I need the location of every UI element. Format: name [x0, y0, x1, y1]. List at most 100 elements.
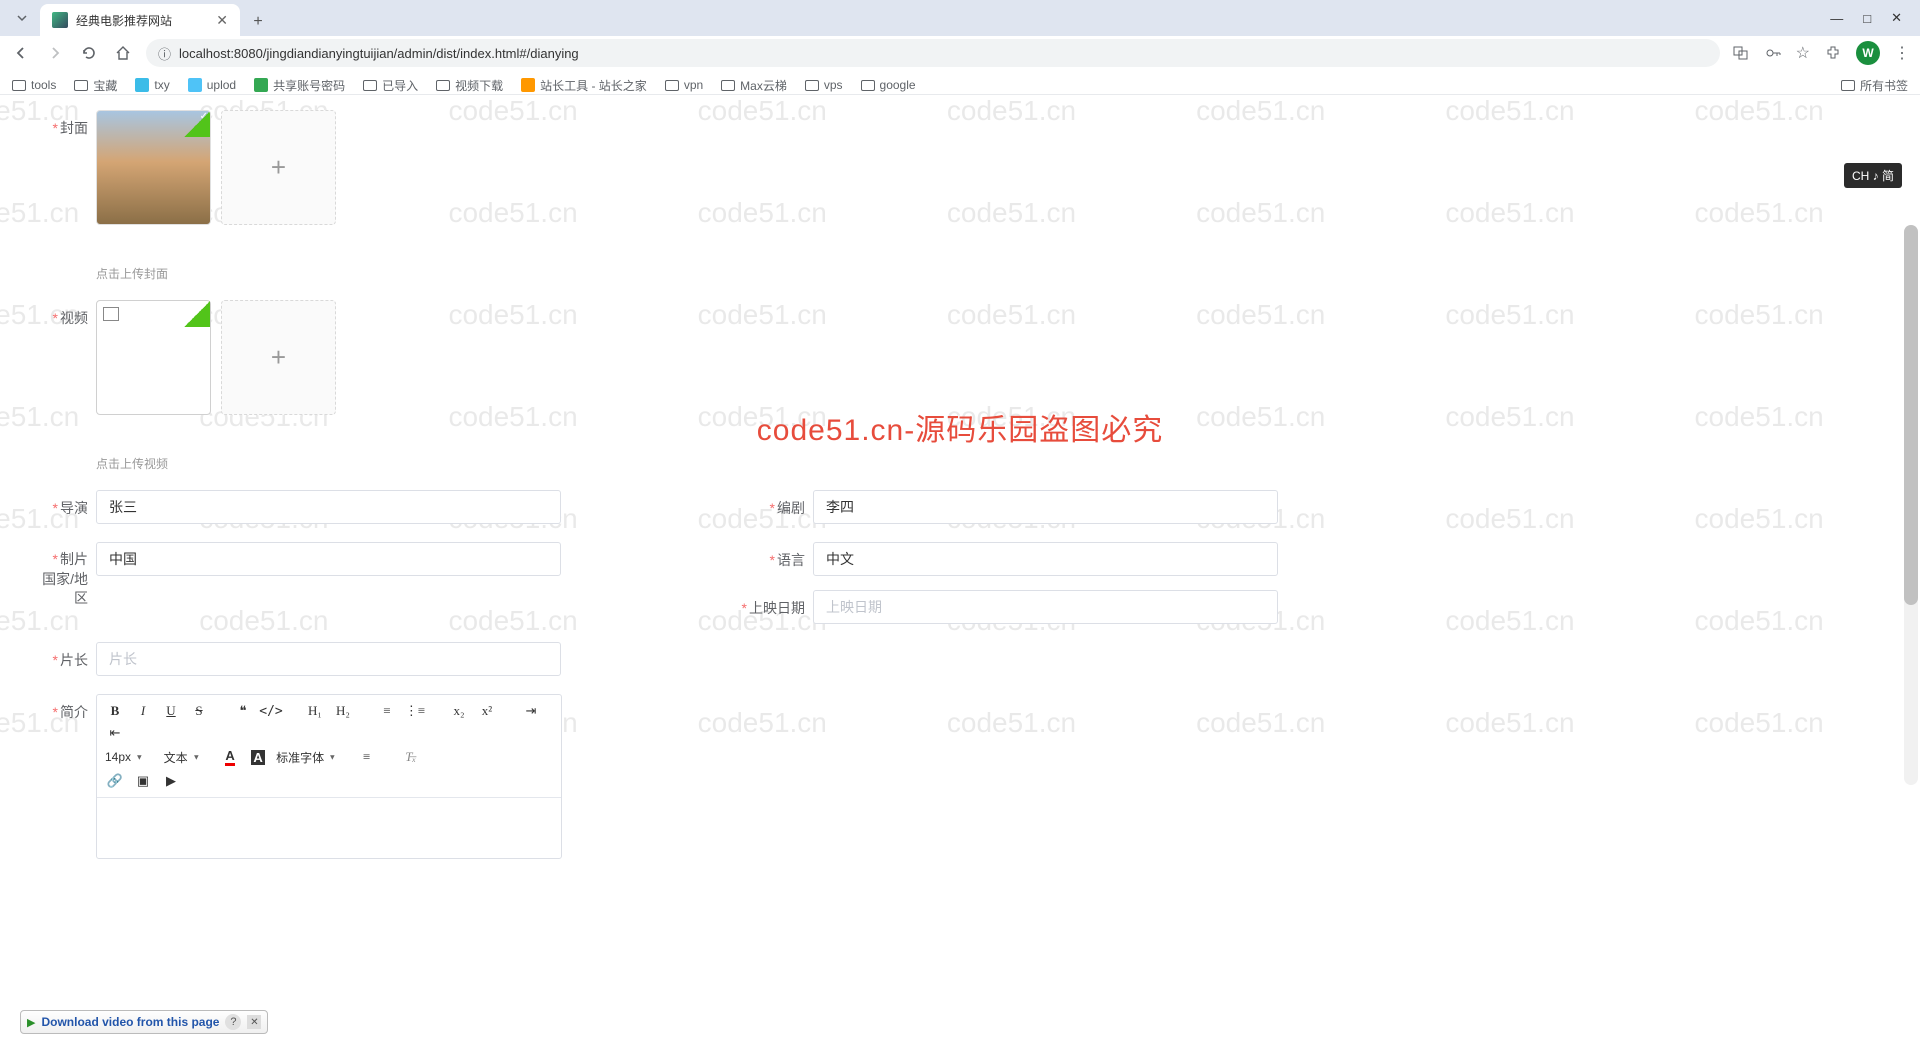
url-input[interactable]: ⓘ localhost:8080/jingdiandianyingtuijian… — [146, 39, 1720, 67]
strike-button[interactable]: S — [189, 701, 209, 721]
underline-button[interactable]: U — [161, 701, 181, 721]
plus-icon: + — [271, 152, 286, 183]
site-info-icon[interactable]: ⓘ — [158, 44, 171, 63]
video-upload-button[interactable]: + — [221, 300, 336, 415]
ime-indicator[interactable]: CH ♪ 简 — [1844, 163, 1902, 188]
bookmark-uplod[interactable]: uplod — [188, 78, 236, 92]
tab-search-button[interactable] — [8, 4, 36, 32]
close-bar-button[interactable]: ✕ — [247, 1015, 261, 1029]
bookmark-vps[interactable]: vps — [805, 78, 843, 92]
all-bookmarks[interactable]: 所有书签 — [1841, 77, 1908, 94]
bookmark-zhanzhang[interactable]: 站长工具 - 站长之家 — [521, 77, 647, 94]
link-button[interactable]: 🔗 — [105, 771, 125, 791]
align-button[interactable]: ≡ — [357, 747, 377, 767]
bookmark-vpn[interactable]: vpn — [665, 78, 703, 92]
language-label: *语言 — [741, 542, 805, 570]
writer-input[interactable] — [813, 490, 1278, 524]
video-hint: 点击上传视频 — [96, 455, 336, 472]
duration-row: *片长 — [40, 642, 1920, 676]
bg-color-button[interactable]: A — [248, 747, 268, 767]
subscript-button[interactable]: x₂ — [449, 701, 469, 721]
video-label: *视频 — [40, 300, 88, 328]
code-button[interactable]: </> — [261, 701, 281, 721]
home-button[interactable] — [112, 42, 134, 64]
duration-input[interactable] — [96, 642, 561, 676]
clear-format-button[interactable]: T̶ₓ — [401, 747, 421, 767]
profile-avatar[interactable]: W — [1856, 41, 1880, 65]
tab-close-button[interactable]: ✕ — [216, 12, 228, 29]
browser-chrome: 经典电影推荐网站 ✕ + — □ ✕ ⓘ localhost:8080/jing… — [0, 0, 1920, 95]
bookmark-baozang[interactable]: 宝藏 — [74, 77, 117, 94]
bookmark-maxcloud[interactable]: Max云梯 — [721, 77, 787, 94]
back-button[interactable] — [10, 42, 32, 64]
unordered-list-button[interactable]: ⋮≡ — [405, 701, 425, 721]
editor-content[interactable] — [97, 798, 561, 858]
h2-button[interactable]: H₂ — [333, 701, 353, 721]
maximize-button[interactable]: □ — [1863, 11, 1871, 26]
site-icon — [135, 78, 149, 92]
video-uploaded-item[interactable] — [96, 300, 211, 415]
download-link[interactable]: Download video from this page — [41, 1015, 219, 1029]
duration-label: *片长 — [40, 642, 88, 670]
help-button[interactable]: ? — [225, 1014, 241, 1030]
bold-button[interactable]: B — [105, 701, 125, 721]
image-button[interactable]: ▣ — [133, 771, 153, 791]
url-text: localhost:8080/jingdiandianyingtuijian/a… — [179, 46, 579, 61]
forward-button[interactable] — [44, 42, 66, 64]
new-tab-button[interactable]: + — [244, 8, 272, 36]
superscript-button[interactable]: x² — [477, 701, 497, 721]
font-family-select[interactable]: 标准字体 — [276, 747, 349, 767]
bookmark-google[interactable]: google — [861, 78, 916, 92]
bookmark-tools[interactable]: tools — [12, 78, 56, 92]
vertical-scrollbar[interactable] — [1904, 225, 1918, 785]
bookmark-txy[interactable]: txy — [135, 78, 169, 92]
page-content: code51.cncode51.cncode51.cncode51.cncode… — [0, 95, 1920, 1042]
site-icon — [521, 78, 535, 92]
cover-upload-button[interactable]: + — [221, 110, 336, 225]
movie-form: *封面 + 点击上传封面 *视频 — [0, 110, 1920, 859]
director-label: *导演 — [40, 490, 88, 518]
director-writer-row: *导演 *编剧 — [40, 490, 1920, 524]
h1-button[interactable]: H₁ — [305, 701, 325, 721]
browser-tab[interactable]: 经典电影推荐网站 ✕ — [40, 4, 240, 36]
menu-button[interactable]: ⋮ — [1894, 43, 1910, 63]
folder-icon — [363, 80, 377, 91]
text-color-button[interactable]: A — [220, 747, 240, 767]
folder-icon — [721, 80, 735, 91]
format-select[interactable]: 文本 — [164, 747, 213, 767]
country-label: *制片国家/地区 — [40, 542, 88, 609]
country-input[interactable] — [96, 542, 561, 576]
italic-button[interactable]: I — [133, 701, 153, 721]
bookmark-star-icon[interactable]: ☆ — [1796, 43, 1810, 63]
scrollbar-thumb[interactable] — [1904, 225, 1918, 605]
bookmark-share-pwd[interactable]: 共享账号密码 — [254, 77, 345, 94]
minimize-button[interactable]: — — [1830, 11, 1843, 26]
cover-row: *封面 + 点击上传封面 — [40, 110, 1920, 282]
outdent-button[interactable]: ⇤ — [105, 723, 125, 743]
download-video-bar: ▶ Download video from this page ? ✕ — [20, 1010, 268, 1034]
reload-button[interactable] — [78, 42, 100, 64]
folder-icon — [665, 80, 679, 91]
release-input[interactable] — [813, 590, 1278, 624]
rich-text-editor: B I U S ❝ </> H₁ H₂ ≡ ⋮≡ — [96, 694, 562, 859]
favicon-icon — [52, 12, 68, 28]
site-icon — [188, 78, 202, 92]
editor-toolbar: B I U S ❝ </> H₁ H₂ ≡ ⋮≡ — [97, 695, 561, 798]
language-input[interactable] — [813, 542, 1278, 576]
director-input[interactable] — [96, 490, 561, 524]
quote-button[interactable]: ❝ — [233, 701, 253, 721]
close-window-button[interactable]: ✕ — [1891, 10, 1902, 26]
ordered-list-button[interactable]: ≡ — [377, 701, 397, 721]
indent-button[interactable]: ⇥ — [521, 701, 541, 721]
bookmark-video-dl[interactable]: 视频下载 — [436, 77, 503, 94]
folder-icon — [12, 80, 26, 91]
plus-icon: + — [271, 342, 286, 373]
cover-uploaded-image[interactable] — [96, 110, 211, 225]
translate-icon[interactable] — [1732, 44, 1750, 62]
extensions-icon[interactable] — [1824, 44, 1842, 62]
bookmark-imported[interactable]: 已导入 — [363, 77, 418, 94]
video-button[interactable]: ▶ — [161, 771, 181, 791]
play-icon: ▶ — [27, 1016, 35, 1029]
password-icon[interactable] — [1764, 44, 1782, 62]
font-size-select[interactable]: 14px — [105, 747, 156, 767]
